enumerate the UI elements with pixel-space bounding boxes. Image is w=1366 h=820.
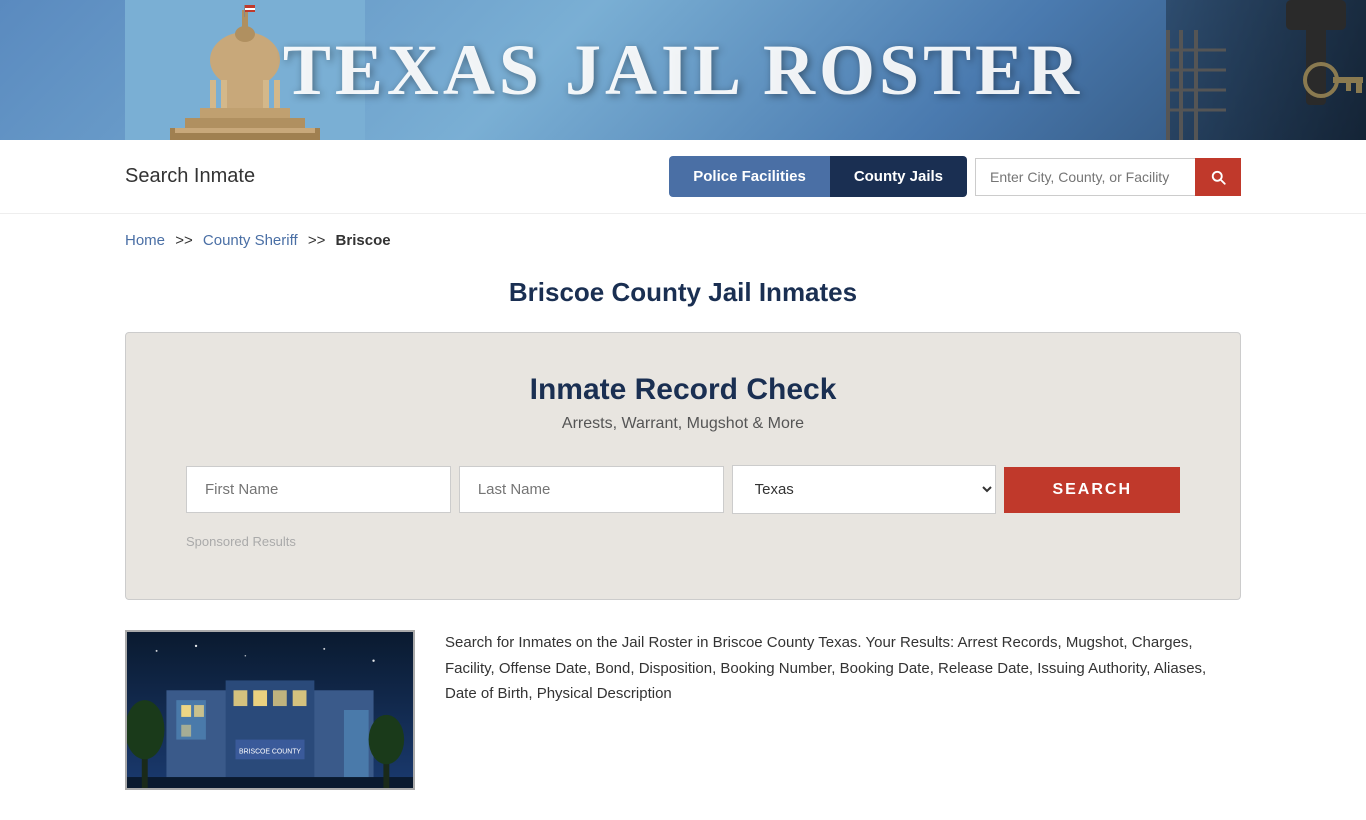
page-title: Briscoe County Jail Inmates bbox=[0, 277, 1366, 308]
breadcrumb-separator-1: >> bbox=[175, 232, 193, 249]
banner-title: Texas Jail Roster bbox=[283, 29, 1083, 112]
sponsored-label: Sponsored Results bbox=[186, 534, 1180, 549]
description-section: BRISCOE COUNTY Search for Inmates on the… bbox=[125, 630, 1241, 790]
county-jails-button[interactable]: County Jails bbox=[830, 156, 967, 197]
record-check-title: Inmate Record Check bbox=[186, 373, 1180, 407]
nav-search-wrapper bbox=[975, 158, 1241, 196]
svg-text:BRISCOE COUNTY: BRISCOE COUNTY bbox=[239, 748, 301, 755]
breadcrumb: Home >> County Sheriff >> Briscoe bbox=[0, 214, 1366, 267]
search-section: Inmate Record Check Arrests, Warrant, Mu… bbox=[125, 332, 1241, 600]
search-icon bbox=[1209, 168, 1227, 186]
breadcrumb-county-sheriff[interactable]: County Sheriff bbox=[203, 232, 298, 249]
police-facilities-button[interactable]: Police Facilities bbox=[669, 156, 830, 197]
search-button[interactable]: SEARCH bbox=[1004, 467, 1180, 513]
nav-right: Police Facilities County Jails bbox=[669, 156, 1241, 197]
search-fields: AlabamaAlaskaArizonaArkansasCaliforniaCo… bbox=[186, 465, 1180, 514]
first-name-input[interactable] bbox=[186, 466, 451, 513]
record-check-subtitle: Arrests, Warrant, Mugshot & More bbox=[186, 415, 1180, 433]
search-inmate-label: Search Inmate bbox=[125, 165, 255, 188]
breadcrumb-current: Briscoe bbox=[336, 232, 391, 249]
nav-bar: Search Inmate Police Facilities County J… bbox=[0, 140, 1366, 214]
breadcrumb-separator-2: >> bbox=[308, 232, 326, 249]
state-select[interactable]: AlabamaAlaskaArizonaArkansasCaliforniaCo… bbox=[732, 465, 997, 514]
breadcrumb-home[interactable]: Home bbox=[125, 232, 165, 249]
keys-image bbox=[1166, 0, 1366, 140]
building-image: BRISCOE COUNTY bbox=[125, 630, 415, 790]
facility-search-input[interactable] bbox=[975, 158, 1195, 196]
header-banner: Texas Jail Roster bbox=[0, 0, 1366, 140]
facility-search-button[interactable] bbox=[1195, 158, 1241, 196]
last-name-input[interactable] bbox=[459, 466, 724, 513]
description-text: Search for Inmates on the Jail Roster in… bbox=[445, 630, 1241, 707]
